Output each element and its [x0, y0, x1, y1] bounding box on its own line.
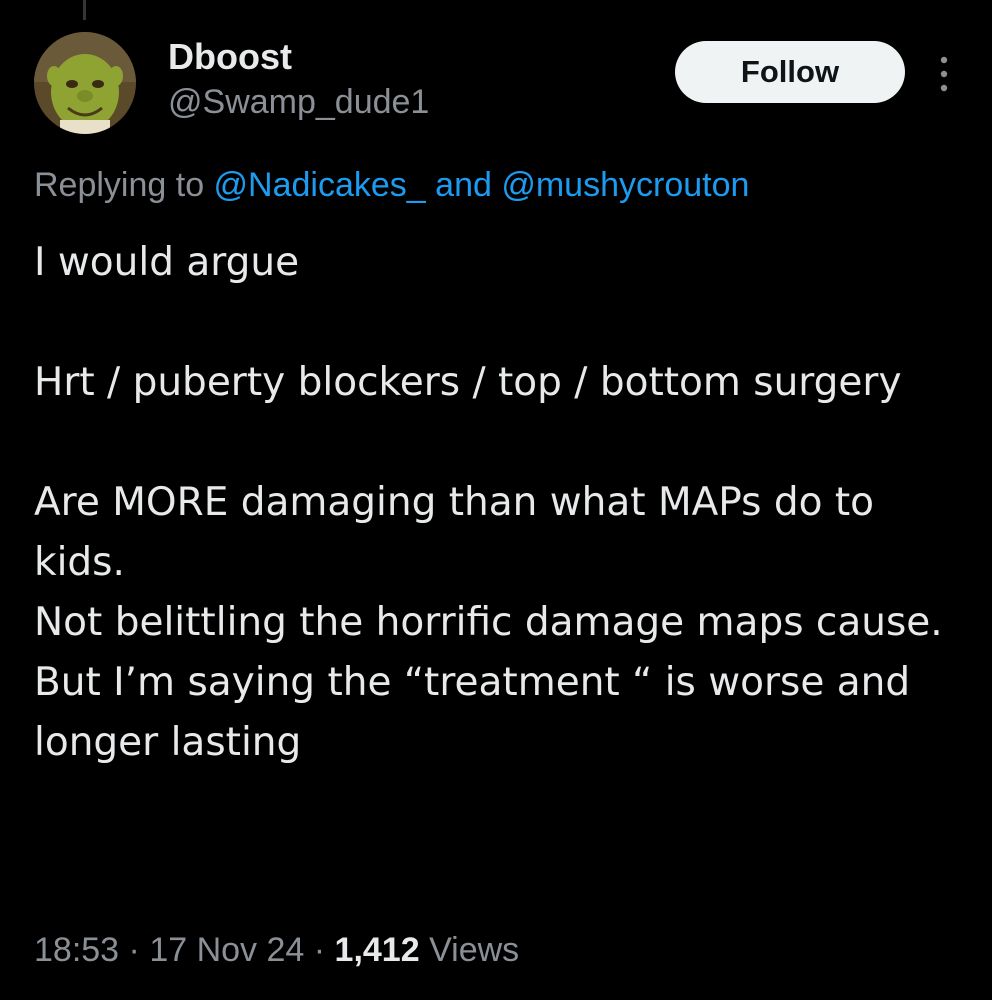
author-display-name[interactable]: Dboost: [168, 36, 292, 78]
ogre-avatar-icon: [34, 32, 136, 134]
author-handle[interactable]: @Swamp_dude1: [168, 82, 429, 122]
meta-separator: ·: [304, 931, 335, 969]
tweet-line: Are MORE damaging than what MAPs do to k…: [34, 480, 887, 585]
mention-link-mushycrouton[interactable]: @mushycrouton: [501, 166, 749, 204]
views-label: Views: [419, 931, 520, 969]
tweet-line: I would argue: [34, 240, 300, 285]
avatar[interactable]: [34, 32, 136, 134]
mention-link-nadicakes[interactable]: @Nadicakes_: [214, 166, 426, 204]
reply-context: Replying to @Nadicakes_ and @mushycrouto…: [34, 164, 749, 206]
views-count[interactable]: 1,412: [335, 931, 420, 969]
tweet-date[interactable]: 17 Nov 24: [149, 931, 304, 969]
tweet-text: I would argue Hrt / puberty blockers / t…: [34, 233, 974, 773]
tweet-line: Not belittling the horrific damage maps …: [34, 600, 943, 645]
more-vertical-icon[interactable]: [930, 54, 958, 94]
tweet-line: But I’m saying the “treatment “ is worse…: [34, 660, 923, 765]
reply-conjunction: and: [425, 166, 502, 204]
reply-prefix: Replying to: [34, 166, 214, 204]
thread-connector-line: [83, 0, 86, 20]
tweet-time[interactable]: 18:53: [34, 931, 119, 969]
meta-separator: ·: [119, 931, 150, 969]
tweet-line: Hrt / puberty blockers / top / bottom su…: [34, 360, 902, 405]
follow-button[interactable]: Follow: [675, 41, 905, 103]
tweet-metadata: 18:53 · 17 Nov 24 · 1,412 Views: [34, 928, 519, 972]
